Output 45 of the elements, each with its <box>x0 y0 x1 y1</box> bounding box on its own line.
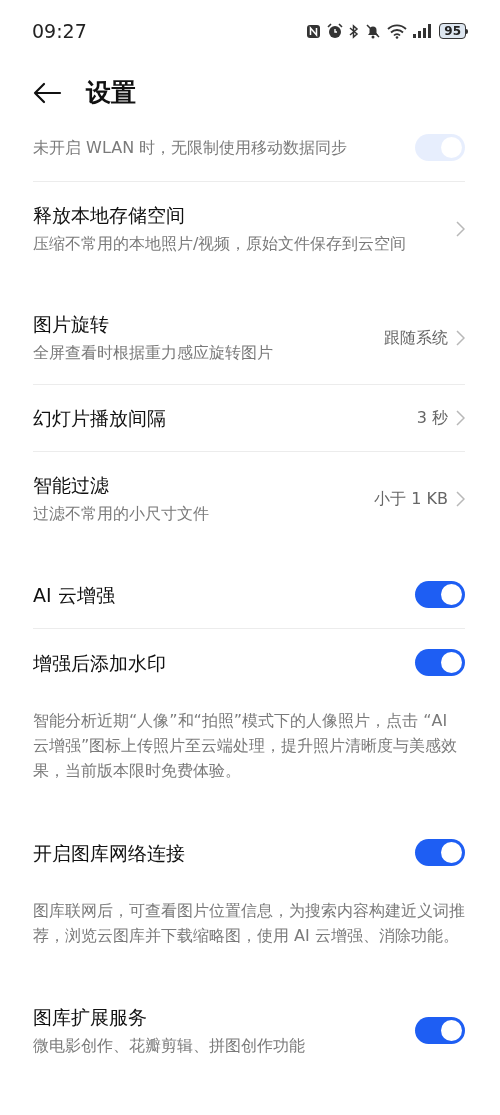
back-arrow-icon[interactable] <box>32 82 62 104</box>
setting-row[interactable]: 增强后添加水印 <box>33 629 465 696</box>
setting-title: 增强后添加水印 <box>33 650 167 676</box>
muted-bell-icon <box>365 23 382 39</box>
setting-row[interactable]: 幻灯片播放间隔 3 秒 <box>33 385 465 452</box>
chevron-right-icon <box>456 490 465 507</box>
setting-description: 微电影创作、花瓣剪辑、拼图创作功能 <box>33 1035 306 1057</box>
setting-row[interactable]: 图片旋转 全屏查看时根据重力感应旋转图片 跟随系统 <box>33 291 465 385</box>
setting-value: 3 秒 <box>416 407 448 429</box>
setting-value: 跟随系统 <box>384 326 448 349</box>
bluetooth-icon <box>349 23 360 39</box>
alarm-icon <box>327 23 344 39</box>
setting-row[interactable]: 图库扩展服务 微电影创作、花瓣剪辑、拼图创作功能 <box>33 984 465 1077</box>
setting-description: 过滤不常用的小尺寸文件 <box>33 503 210 525</box>
setting-title: 开启图库网络连接 <box>33 840 186 866</box>
toggle-switch[interactable] <box>415 649 465 676</box>
setting-title: 图片旋转 <box>33 312 110 337</box>
nfc-icon <box>306 23 322 39</box>
chevron-right-icon <box>456 410 465 426</box>
setting-row[interactable]: 未开启 WLAN 时，无限制使用移动数据同步 <box>33 114 465 182</box>
status-time: 09:27 <box>32 18 87 44</box>
setting-title: 图库扩展服务 <box>33 1005 148 1030</box>
setting-title: AI 云增强 <box>33 582 116 608</box>
setting-note: 图库联网后，可查看图片位置信息，为搜索内容构建近义词推荐，浏览云图库并下载缩略图，使用 AI 云增强、消除功能。 <box>33 900 465 947</box>
page-title: 设置 <box>86 77 136 110</box>
setting-title: 幻灯片播放间隔 <box>33 406 167 431</box>
setting-title: 释放本地存储空间 <box>33 203 186 228</box>
toggle-switch[interactable] <box>415 581 465 608</box>
battery-indicator: 95 <box>439 23 468 39</box>
setting-note: 智能分析近期“人像”和“拍照”模式下的人像照片，点击 “AI 云增强”图标上传照片至云端处理，提升照片清晰度与美感效果，当前版本限时免费体验。 <box>33 710 459 782</box>
setting-row[interactable]: AI 云增强 <box>33 561 465 629</box>
setting-description: 全屏查看时根据重力感应旋转图片 <box>33 342 274 364</box>
setting-row[interactable]: 释放本地存储空间 压缩不常用的本地照片/视频，原始文件保存到云空间 <box>33 182 465 275</box>
chevron-right-icon <box>456 220 465 237</box>
toggle-switch[interactable] <box>415 1017 465 1044</box>
setting-description: 未开启 WLAN 时，无限制使用移动数据同步 <box>33 137 349 159</box>
setting-title: 智能过滤 <box>33 473 110 498</box>
setting-row[interactable]: 开启图库网络连接 <box>33 819 465 886</box>
toggle-switch[interactable] <box>415 839 465 866</box>
setting-value: 小于 1 KB <box>374 487 448 510</box>
chevron-right-icon <box>456 329 465 346</box>
setting-description: 压缩不常用的本地照片/视频，原始文件保存到云空间 <box>33 233 408 255</box>
signal-icon <box>413 24 434 38</box>
setting-row[interactable]: 智能过滤 过滤不常用的小尺寸文件 小于 1 KB <box>33 452 465 545</box>
wifi-icon <box>387 23 408 39</box>
